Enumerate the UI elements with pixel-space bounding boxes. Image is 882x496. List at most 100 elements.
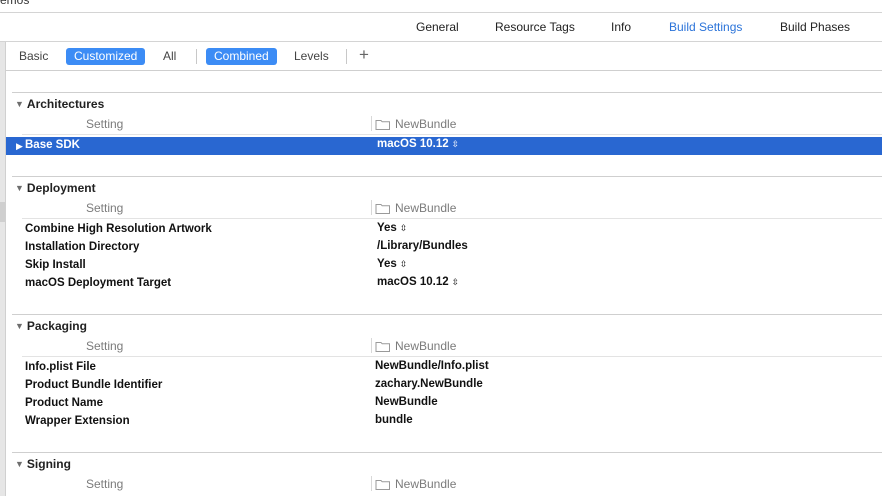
tab-build-settings[interactable]: Build Settings — [669, 20, 742, 34]
setting-row-product-bundle-identifier[interactable]: Product Bundle Identifier zachary.NewBun… — [6, 377, 882, 395]
disclosure-triangle-icon[interactable]: ▼ — [15, 99, 24, 109]
tab-info[interactable]: Info — [611, 20, 631, 34]
divider — [22, 356, 882, 357]
bundle-folder-icon — [375, 204, 390, 214]
column-target: NewBundle — [375, 476, 456, 491]
column-header: Setting NewBundle — [6, 338, 882, 357]
setting-name: Base SDK — [25, 139, 80, 151]
filter-all-button[interactable]: All — [155, 48, 184, 65]
setting-name: Product Name — [25, 397, 103, 409]
filter-customized-button[interactable]: Customized — [66, 48, 146, 65]
column-target: NewBundle — [375, 200, 456, 215]
column-header: Setting NewBundle — [6, 200, 882, 219]
target-name: NewBundle — [395, 477, 457, 491]
build-settings-filter-bar: Basic Customized All Combined Levels + — [6, 42, 882, 70]
setting-value-text: /Library/Bundles — [377, 240, 468, 252]
column-divider — [371, 476, 372, 491]
setting-name: Product Bundle Identifier — [25, 379, 163, 391]
target-name: NewBundle — [395, 339, 457, 353]
tab-general[interactable]: General — [416, 20, 459, 34]
target-list-selection-edge — [0, 202, 5, 222]
setting-row-macos-deployment-target[interactable]: macOS Deployment Target macOS 10.12 ⇳ — [6, 275, 882, 293]
setting-row-skip-install[interactable]: Skip Install Yes ⇳ — [6, 257, 882, 275]
setting-name: macOS Deployment Target — [25, 277, 172, 289]
column-header: Setting NewBundle — [6, 476, 882, 494]
popup-arrows-icon: ⇳ — [451, 277, 460, 287]
disclosure-triangle-icon[interactable]: ▼ — [15, 321, 24, 331]
section-title: Architectures — [26, 97, 105, 111]
bundle-folder-icon — [375, 120, 390, 130]
setting-value[interactable]: macOS 10.12 ⇳ — [377, 276, 459, 288]
view-levels-button[interactable]: Levels — [286, 48, 337, 65]
column-divider — [371, 200, 372, 215]
setting-value[interactable]: NewBundle — [375, 396, 438, 408]
add-setting-button[interactable]: + — [359, 45, 369, 65]
target-name: NewBundle — [395, 201, 457, 215]
divider — [22, 218, 882, 219]
setting-value-text: macOS 10.12 — [377, 138, 449, 150]
setting-value[interactable]: Yes ⇳ — [377, 222, 407, 234]
section-divider — [12, 92, 882, 93]
divider — [22, 134, 882, 135]
setting-name: Info.plist File — [25, 361, 96, 373]
view-combined-button[interactable]: Combined — [206, 48, 277, 65]
bundle-folder-icon — [375, 480, 390, 490]
filter-basic-button[interactable]: Basic — [11, 48, 56, 65]
setting-value[interactable]: macOS 10.12 ⇳ — [377, 138, 459, 150]
tab-build-phases[interactable]: Build Phases — [780, 20, 850, 34]
setting-value-text: NewBundle/Info.plist — [375, 360, 489, 372]
setting-row-combine-high-resolution-artwork[interactable]: Combine High Resolution Artwork Yes ⇳ — [6, 221, 882, 239]
target-name: NewBundle — [395, 117, 457, 131]
column-target: NewBundle — [375, 116, 456, 131]
setting-value[interactable]: zachary.NewBundle — [375, 378, 483, 390]
divider — [346, 49, 347, 64]
section-header-deployment[interactable]: ▼ Deployment — [15, 181, 96, 195]
column-setting-label: Setting — [86, 201, 124, 215]
divider — [6, 70, 882, 71]
setting-row-info-plist-file[interactable]: Info.plist File NewBundle/Info.plist — [6, 359, 882, 377]
setting-value-text: NewBundle — [375, 396, 438, 408]
setting-name: Combine High Resolution Artwork — [25, 223, 212, 235]
setting-value[interactable]: NewBundle/Info.plist — [375, 360, 489, 372]
section-header-signing[interactable]: ▼ Signing — [15, 457, 71, 471]
column-header: Setting NewBundle — [6, 116, 882, 135]
popup-arrows-icon: ⇳ — [451, 139, 460, 149]
popup-arrows-icon: ⇳ — [399, 259, 408, 269]
setting-value[interactable]: Yes ⇳ — [377, 258, 407, 270]
setting-value-text: bundle — [375, 414, 413, 426]
disclosure-triangle-icon[interactable]: ▼ — [15, 459, 24, 469]
setting-value-text: Yes — [377, 222, 397, 234]
column-setting-label: Setting — [86, 477, 124, 491]
disclosure-triangle-icon[interactable]: ▶ — [16, 141, 23, 152]
tab-resource-tags[interactable]: Resource Tags — [495, 20, 575, 34]
setting-value-text: macOS 10.12 — [377, 276, 449, 288]
column-divider — [371, 116, 372, 131]
setting-name: Installation Directory — [25, 241, 140, 253]
column-target: NewBundle — [375, 338, 456, 353]
section-header-architectures[interactable]: ▼ Architectures — [15, 97, 104, 111]
section-title: Packaging — [26, 319, 87, 333]
setting-name: Skip Install — [25, 259, 86, 271]
setting-value-text: Yes — [377, 258, 397, 270]
divider — [196, 49, 197, 64]
section-header-packaging[interactable]: ▼ Packaging — [15, 319, 87, 333]
bundle-folder-icon — [375, 342, 390, 352]
editor-tab-bar: General Resource Tags Info Build Setting… — [0, 13, 882, 41]
section-divider — [12, 176, 882, 177]
column-divider — [371, 338, 372, 353]
setting-row-wrapper-extension[interactable]: Wrapper Extension bundle — [6, 413, 882, 431]
popup-arrows-icon: ⇳ — [399, 223, 408, 233]
setting-row-product-name[interactable]: Product Name NewBundle — [6, 395, 882, 413]
section-title: Deployment — [26, 181, 96, 195]
setting-value[interactable]: /Library/Bundles — [377, 240, 468, 252]
setting-row-base-sdk[interactable]: ▶ Base SDK macOS 10.12 ⇳ — [6, 137, 882, 155]
section-title: Signing — [26, 457, 71, 471]
window-title-fragment: emos — [0, 0, 30, 7]
section-divider — [12, 452, 882, 453]
setting-row-installation-directory[interactable]: Installation Directory /Library/Bundles — [6, 239, 882, 257]
setting-name: Wrapper Extension — [25, 415, 130, 427]
setting-value-text: zachary.NewBundle — [375, 378, 483, 390]
disclosure-triangle-icon[interactable]: ▼ — [15, 183, 24, 193]
column-setting-label: Setting — [86, 339, 124, 353]
setting-value[interactable]: bundle — [375, 414, 413, 426]
